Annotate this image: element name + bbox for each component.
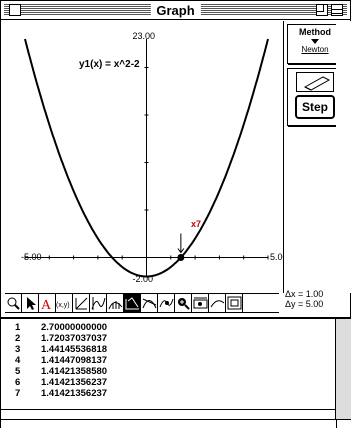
collapse-box[interactable] [331, 4, 343, 16]
iteration-index: 4 [15, 355, 21, 366]
iteration-list[interactable]: 1 2.70000000000 2 1.72037037037 3 1.441455368… [1, 317, 336, 419]
toolbar-secant-button[interactable] [141, 294, 158, 312]
iteration-value: 1.41447098137 [41, 355, 108, 366]
method-value: Newton [301, 45, 329, 54]
zoom-box[interactable] [316, 4, 328, 16]
iteration-row[interactable]: 3 1.44145536818 [1, 344, 107, 355]
x-min-label: -5.00 [21, 251, 42, 262]
graph-window: Graph 23.00 -2.00 -5.00 5.00 x y1(x) = x… [0, 0, 351, 428]
graph-scrollbar[interactable] [336, 21, 351, 293]
iteration-index: 6 [15, 377, 21, 388]
y-min-label: -2.00 [132, 273, 154, 284]
list-scrollbar[interactable] [336, 317, 351, 419]
iteration-rows: 1 2.70000000000 2 1.72037037037 3 1.441455368… [1, 322, 107, 399]
trace-icon [159, 298, 174, 308]
graph-plot [24, 38, 269, 278]
zoom-window-icon [193, 297, 208, 309]
secant-icon [142, 298, 157, 309]
iterate-arrow-icon [177, 233, 185, 254]
eraser-icon[interactable] [296, 72, 334, 92]
toolbar-fit-window-button[interactable] [226, 294, 243, 312]
delta-x: Δx = 1.00 [285, 289, 324, 299]
iteration-row[interactable]: 1 2.70000000000 [1, 322, 107, 333]
eraser-glyph [303, 76, 331, 91]
iteration-row[interactable]: 4 1.41447098137 [1, 355, 107, 366]
step-panel: Step [287, 68, 343, 126]
function-label: y1(x) = x^2-2 [79, 59, 140, 70]
toolbar-zoom-in-button[interactable] [175, 294, 192, 312]
toolbar-line-tool-button[interactable] [73, 294, 90, 312]
method-selector[interactable]: Method Newton [287, 24, 343, 64]
title-bar[interactable]: Graph [1, 1, 350, 20]
fit-window-icon [227, 296, 242, 310]
graph-divider [283, 21, 284, 293]
toolbar-magnify-button[interactable] [5, 294, 22, 312]
text-tool-icon: A [41, 298, 52, 311]
window-title: Graph [150, 2, 201, 19]
delta-readout: Δx = 1.00 Δy = 5.00 [285, 289, 323, 309]
curve-icon [210, 300, 225, 308]
svg-text:A: A [41, 298, 52, 311]
toolbar-coordinate-readout-button[interactable]: (x,y) [56, 294, 73, 312]
line-tool-icon [75, 297, 88, 310]
iteration-value: 1.41421356237 [41, 377, 108, 388]
iteration-row[interactable]: 7 1.41421356237 [1, 388, 107, 399]
toolbar-derivative-button[interactable] [90, 294, 107, 312]
iteration-index: 7 [15, 388, 21, 399]
coordinate-readout-icon: (x,y) [56, 302, 70, 309]
iteration-index: 2 [15, 333, 21, 344]
svg-text:(x,y): (x,y) [56, 302, 70, 309]
iteration-index: 5 [15, 366, 21, 377]
step-button[interactable]: Step [295, 95, 335, 119]
toolbar-curve-button[interactable] [209, 294, 226, 312]
magnify-icon [7, 297, 20, 310]
iteration-value: 1.72037037037 [41, 333, 108, 344]
delta-y: Δy = 5.00 [285, 299, 324, 309]
zoom-in-icon [178, 298, 190, 310]
iterate-label: x7 [191, 219, 202, 229]
derivative-icon [91, 297, 106, 310]
close-box[interactable] [9, 4, 21, 16]
iterate-point [177, 254, 185, 261]
graph-canvas[interactable]: 23.00 -2.00 -5.00 5.00 x y1(x) = x^2-2 x… [5, 22, 283, 292]
iteration-row[interactable]: 6 1.41421356237 [1, 377, 107, 388]
tangent-icon [125, 297, 139, 310]
toolbar-arrow-pointer-button[interactable] [22, 294, 39, 312]
x-max-label: 5.00 x [270, 251, 283, 262]
list-divider [1, 409, 335, 410]
toolbar-text-tool-button[interactable]: A [39, 294, 56, 312]
iteration-row[interactable]: 2 1.72037037037 [1, 333, 107, 344]
iteration-index: 1 [15, 322, 21, 333]
graph-toolbar: A (x,y) [5, 293, 279, 313]
toolbar-area-button[interactable] [107, 294, 124, 312]
grow-box[interactable] [336, 419, 351, 428]
iteration-row[interactable]: 5 1.41421358580 [1, 366, 107, 377]
method-title: Method [299, 27, 331, 37]
horizontal-scrollbar[interactable] [1, 419, 336, 428]
toolbar-tangent-button[interactable] [124, 294, 141, 312]
y-max-label: 23.00 [132, 31, 156, 41]
iteration-value: 1.41421356237 [41, 388, 108, 399]
toolbar-zoom-window-button[interactable] [192, 294, 209, 312]
iteration-value: 1.44145536818 [41, 344, 108, 355]
iteration-value: 1.41421358580 [41, 366, 108, 377]
iteration-index: 3 [15, 344, 21, 355]
toolbar-trace-button[interactable] [158, 294, 175, 312]
arrow-pointer-icon [27, 297, 36, 310]
area-icon [108, 301, 123, 310]
iteration-value: 2.70000000000 [41, 322, 108, 333]
